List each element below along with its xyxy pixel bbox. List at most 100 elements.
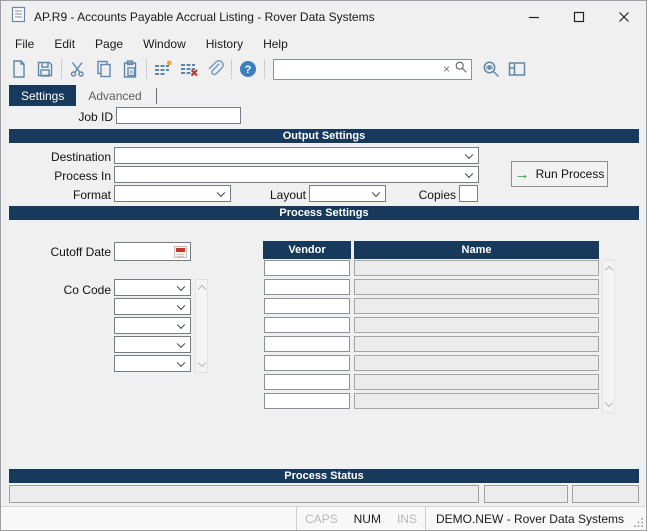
maximize-button[interactable] bbox=[556, 1, 601, 33]
scroll-down-icon[interactable] bbox=[604, 398, 613, 408]
destination-select[interactable] bbox=[114, 147, 479, 164]
delete-record-button[interactable] bbox=[176, 57, 202, 81]
scroll-up-icon[interactable] bbox=[197, 284, 206, 294]
toolbar-separator bbox=[61, 59, 62, 79]
chevron-down-icon bbox=[216, 188, 226, 197]
close-button[interactable] bbox=[601, 1, 646, 33]
save-icon bbox=[37, 61, 53, 77]
menu-page[interactable]: Page bbox=[85, 35, 133, 53]
layout-button[interactable] bbox=[504, 57, 530, 81]
copies-label: Copies bbox=[418, 188, 456, 202]
cutoff-date-label: Cutoff Date bbox=[50, 245, 111, 259]
paste-icon bbox=[123, 60, 137, 78]
scroll-down-icon[interactable] bbox=[197, 358, 206, 368]
destination-label: Destination bbox=[50, 150, 111, 164]
menu-history[interactable]: History bbox=[196, 35, 253, 53]
save-button[interactable] bbox=[32, 57, 58, 81]
svg-text:?: ? bbox=[245, 64, 252, 76]
copies-input[interactable] bbox=[459, 185, 478, 202]
name-field bbox=[354, 260, 599, 276]
co-code-list bbox=[114, 279, 191, 374]
vendor-input[interactable] bbox=[264, 260, 350, 276]
copy-button[interactable] bbox=[91, 57, 117, 81]
table-row bbox=[263, 336, 599, 355]
chevron-down-icon bbox=[176, 358, 186, 367]
run-process-label: Run Process bbox=[535, 167, 605, 181]
output-settings-header: Output Settings bbox=[9, 129, 639, 143]
vendor-input[interactable] bbox=[264, 317, 350, 333]
name-field bbox=[354, 279, 599, 295]
insert-record-button[interactable] bbox=[150, 57, 176, 81]
vendor-input[interactable] bbox=[264, 393, 350, 409]
help-button[interactable]: ? bbox=[235, 57, 261, 81]
cutoff-date-input[interactable] bbox=[114, 242, 191, 261]
table-row bbox=[263, 298, 599, 317]
resize-grip[interactable] bbox=[632, 507, 646, 530]
vendor-input[interactable] bbox=[264, 336, 350, 352]
co-code-select[interactable] bbox=[114, 279, 191, 296]
layout-select[interactable] bbox=[309, 185, 386, 202]
table-row bbox=[263, 393, 599, 412]
name-field bbox=[354, 374, 599, 390]
toolbar: ? × bbox=[1, 55, 646, 83]
calendar-icon[interactable] bbox=[174, 246, 187, 258]
tab-bar: Settings Advanced bbox=[9, 85, 157, 106]
menu-help[interactable]: Help bbox=[253, 35, 298, 53]
cut-button[interactable] bbox=[65, 57, 91, 81]
paste-button[interactable] bbox=[117, 57, 143, 81]
copy-icon bbox=[97, 60, 111, 78]
minimize-button[interactable] bbox=[511, 1, 556, 33]
document-icon bbox=[11, 6, 26, 28]
status-message-field bbox=[9, 485, 479, 503]
menu-edit[interactable]: Edit bbox=[44, 35, 85, 53]
window-title: AP.R9 - Accounts Payable Accrual Listing… bbox=[34, 10, 375, 24]
co-code-select[interactable] bbox=[114, 298, 191, 315]
menu-file[interactable]: File bbox=[5, 35, 44, 53]
vendor-input[interactable] bbox=[264, 298, 350, 314]
run-arrow-icon: → bbox=[514, 165, 530, 183]
table-row bbox=[263, 355, 599, 374]
name-field bbox=[354, 317, 599, 333]
vendor-input[interactable] bbox=[264, 374, 350, 390]
co-code-scrollbar[interactable] bbox=[195, 279, 208, 373]
search-icon[interactable] bbox=[454, 60, 468, 79]
vendor-input[interactable] bbox=[264, 355, 350, 371]
preview-button[interactable] bbox=[478, 57, 504, 81]
tab-advanced[interactable]: Advanced bbox=[76, 85, 154, 106]
num-indicator: NUM bbox=[353, 511, 381, 526]
attachment-button[interactable] bbox=[202, 57, 228, 81]
app-window: AP.R9 - Accounts Payable Accrual Listing… bbox=[0, 0, 647, 531]
toolbar-separator bbox=[146, 59, 147, 79]
status-bar: CAPS NUM INS DEMO.NEW - Rover Data Syste… bbox=[1, 506, 646, 530]
job-id-input[interactable] bbox=[116, 107, 241, 124]
vendor-input[interactable] bbox=[264, 279, 350, 295]
process-in-select[interactable] bbox=[114, 166, 479, 183]
vendor-column-header: Vendor bbox=[263, 241, 351, 259]
scroll-up-icon[interactable] bbox=[604, 265, 613, 275]
table-row bbox=[263, 317, 599, 336]
co-code-select[interactable] bbox=[114, 317, 191, 334]
toolbar-separator bbox=[264, 59, 265, 79]
name-column-header: Name bbox=[354, 241, 599, 259]
new-document-button[interactable] bbox=[6, 57, 32, 81]
window-controls bbox=[511, 1, 646, 33]
layout-label: Layout bbox=[269, 188, 306, 202]
process-settings-header: Process Settings bbox=[9, 206, 639, 220]
chevron-down-icon bbox=[176, 320, 186, 329]
tab-settings[interactable]: Settings bbox=[9, 85, 77, 106]
search-input[interactable] bbox=[277, 62, 439, 76]
search-clear-icon[interactable]: × bbox=[439, 62, 454, 76]
paperclip-icon bbox=[208, 60, 224, 76]
run-process-button[interactable]: → Run Process bbox=[511, 161, 608, 187]
layout-icon bbox=[508, 62, 526, 76]
vendor-table-scrollbar[interactable] bbox=[602, 260, 615, 413]
chevron-down-icon bbox=[176, 339, 186, 348]
menu-window[interactable]: Window bbox=[133, 35, 196, 53]
tab-separator bbox=[155, 87, 157, 104]
format-select[interactable] bbox=[114, 185, 231, 202]
name-field bbox=[354, 393, 599, 409]
new-document-icon bbox=[13, 60, 25, 78]
toolbar-separator bbox=[231, 59, 232, 79]
co-code-select[interactable] bbox=[114, 336, 191, 353]
co-code-select[interactable] bbox=[114, 355, 191, 372]
